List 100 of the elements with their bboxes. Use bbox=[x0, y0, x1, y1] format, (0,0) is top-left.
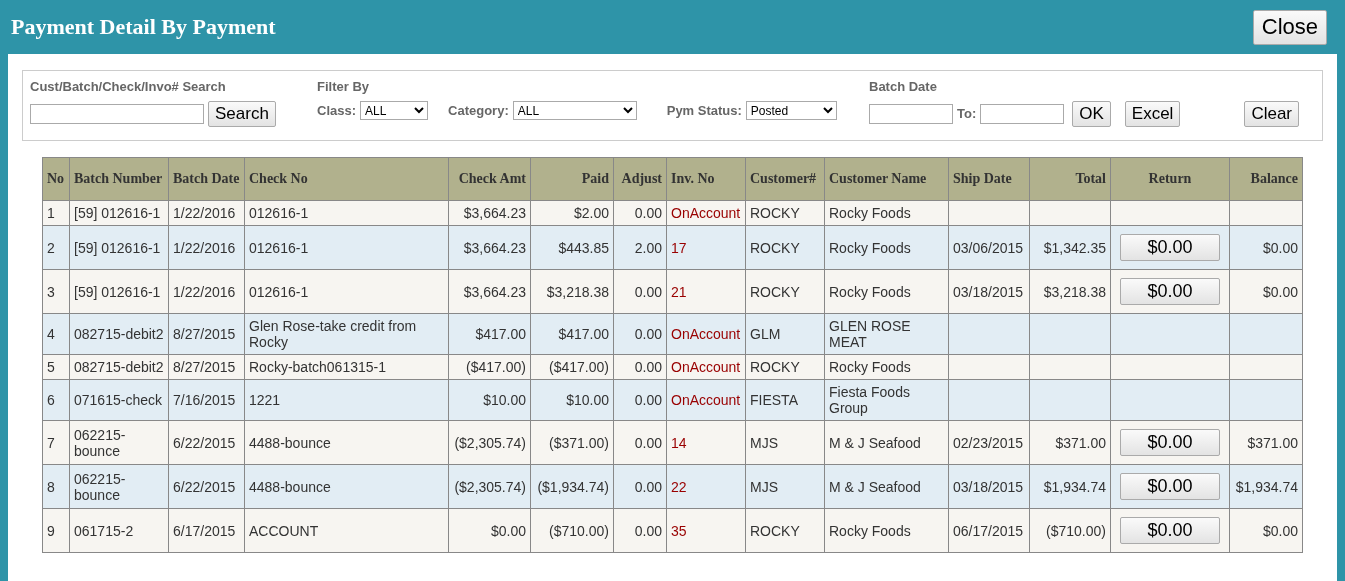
ship-date: 06/17/2015 bbox=[948, 508, 1030, 553]
check-number: ACCOUNT bbox=[244, 508, 449, 553]
batch-number: 062215-bounce bbox=[69, 420, 169, 465]
check-amount: $10.00 bbox=[448, 379, 531, 421]
batch-number: [59] 012616-1 bbox=[69, 200, 169, 226]
customer-name: Rocky Foods bbox=[824, 225, 949, 270]
status-label: Pym Status: bbox=[666, 102, 742, 119]
invoice-link[interactable]: OnAccount bbox=[666, 313, 746, 355]
status-select[interactable]: Posted bbox=[745, 101, 837, 120]
search-field[interactable] bbox=[30, 104, 204, 124]
total-amount: $371.00 bbox=[1029, 420, 1111, 465]
close-button[interactable]: Close bbox=[1252, 9, 1327, 45]
check-amount: $3,664.23 bbox=[448, 225, 531, 270]
batch-date: 1/22/2016 bbox=[168, 269, 245, 314]
customer-name: Rocky Foods bbox=[824, 508, 949, 553]
ok-button[interactable]: OK bbox=[1072, 101, 1111, 127]
paid-amount: $2.00 bbox=[530, 200, 614, 226]
start-date-field[interactable] bbox=[869, 104, 953, 124]
check-amount: $3,664.23 bbox=[448, 200, 531, 226]
customer-name: M & J Seafood bbox=[824, 420, 949, 465]
return-button[interactable]: $0.00 bbox=[1120, 517, 1220, 544]
check-amount: ($2,305.74) bbox=[448, 420, 531, 465]
row-number: 4 bbox=[42, 313, 70, 355]
invoice-link[interactable]: 21 bbox=[666, 269, 746, 314]
row-number: 2 bbox=[42, 225, 70, 270]
balance-amount: $1,934.74 bbox=[1229, 464, 1303, 509]
check-amount: ($2,305.74) bbox=[448, 464, 531, 509]
clear-button[interactable]: Clear bbox=[1244, 101, 1299, 127]
column-header: Batch Date bbox=[168, 157, 245, 201]
customer-code: ROCKY bbox=[745, 508, 825, 553]
column-header: No bbox=[42, 157, 70, 201]
row-number: 8 bbox=[42, 464, 70, 509]
check-number: 012616-1 bbox=[244, 269, 449, 314]
excel-button[interactable]: Excel bbox=[1124, 101, 1181, 127]
customer-code: MJS bbox=[745, 464, 825, 509]
category-select[interactable]: ALL bbox=[512, 101, 637, 120]
filter-by-label: Filter By bbox=[317, 79, 370, 95]
batch-number: 062215-bounce bbox=[69, 464, 169, 509]
check-number: 4488-bounce bbox=[244, 420, 449, 465]
paid-amount: $10.00 bbox=[530, 379, 614, 421]
adjust-amount: 0.00 bbox=[613, 464, 667, 509]
column-header: Customer# bbox=[745, 157, 825, 201]
return-button[interactable]: $0.00 bbox=[1120, 473, 1220, 500]
check-number: 4488-bounce bbox=[244, 464, 449, 509]
customer-code: ROCKY bbox=[745, 225, 825, 270]
ship-date: 03/18/2015 bbox=[948, 269, 1030, 314]
column-header: Adjust bbox=[613, 157, 667, 201]
row-number: 7 bbox=[42, 420, 70, 465]
return-button[interactable]: $0.00 bbox=[1120, 429, 1220, 456]
paid-amount: $417.00 bbox=[530, 313, 614, 355]
customer-code: GLM bbox=[745, 313, 825, 355]
adjust-amount: 0.00 bbox=[613, 313, 667, 355]
row-number: 6 bbox=[42, 379, 70, 421]
check-amount: $0.00 bbox=[448, 508, 531, 553]
column-header: Total bbox=[1029, 157, 1111, 201]
check-amount: ($417.00) bbox=[448, 354, 531, 380]
balance-amount: $0.00 bbox=[1229, 508, 1303, 553]
row-number: 3 bbox=[42, 269, 70, 314]
class-select[interactable]: ALL bbox=[360, 101, 429, 120]
batch-number: 082715-debit2 bbox=[69, 354, 169, 380]
customer-code: ROCKY bbox=[745, 269, 825, 314]
paid-amount: ($710.00) bbox=[530, 508, 614, 553]
end-date-field[interactable] bbox=[980, 104, 1065, 124]
paid-amount: ($371.00) bbox=[530, 420, 614, 465]
invoice-link[interactable]: 22 bbox=[666, 464, 746, 509]
column-header: Paid bbox=[530, 157, 614, 201]
batch-date: 1/22/2016 bbox=[168, 225, 245, 270]
check-number: 1221 bbox=[244, 379, 449, 421]
search-label: Cust/Batch/Check/Invo# Search bbox=[30, 79, 227, 95]
paid-amount: $3,218.38 bbox=[530, 269, 614, 314]
column-header: Balance bbox=[1229, 157, 1303, 201]
return-button[interactable]: $0.00 bbox=[1120, 278, 1220, 305]
row-number: 9 bbox=[42, 508, 70, 553]
invoice-link[interactable]: OnAccount bbox=[666, 379, 746, 421]
row-number: 5 bbox=[42, 354, 70, 380]
column-header: Ship Date bbox=[948, 157, 1030, 201]
invoice-link[interactable]: 35 bbox=[666, 508, 746, 553]
row-number: 1 bbox=[42, 200, 70, 226]
invoice-link[interactable]: 14 bbox=[666, 420, 746, 465]
search-button[interactable]: Search bbox=[208, 101, 276, 127]
batch-number: [59] 012616-1 bbox=[69, 269, 169, 314]
column-header: Return bbox=[1110, 157, 1230, 201]
return-button[interactable]: $0.00 bbox=[1120, 234, 1220, 261]
total-amount: $3,218.38 bbox=[1029, 269, 1111, 314]
invoice-link[interactable]: 17 bbox=[666, 225, 746, 270]
column-header: Inv. No bbox=[666, 157, 746, 201]
adjust-amount: 0.00 bbox=[613, 269, 667, 314]
to-label: To: bbox=[957, 106, 977, 122]
adjust-amount: 0.00 bbox=[613, 379, 667, 421]
check-number: Glen Rose-take credit from Rocky bbox=[244, 313, 449, 355]
total-amount: $1,342.35 bbox=[1029, 225, 1111, 270]
total-amount: $1,934.74 bbox=[1029, 464, 1111, 509]
check-number: 012616-1 bbox=[244, 200, 449, 226]
column-header: Check No bbox=[244, 157, 449, 201]
check-amount: $3,664.23 bbox=[448, 269, 531, 314]
batch-date: 6/22/2015 bbox=[168, 464, 245, 509]
customer-name: Rocky Foods bbox=[824, 269, 949, 314]
batch-number: 061715-2 bbox=[69, 508, 169, 553]
batch-date-label: Batch Date bbox=[869, 79, 938, 95]
check-number: 012616-1 bbox=[244, 225, 449, 270]
